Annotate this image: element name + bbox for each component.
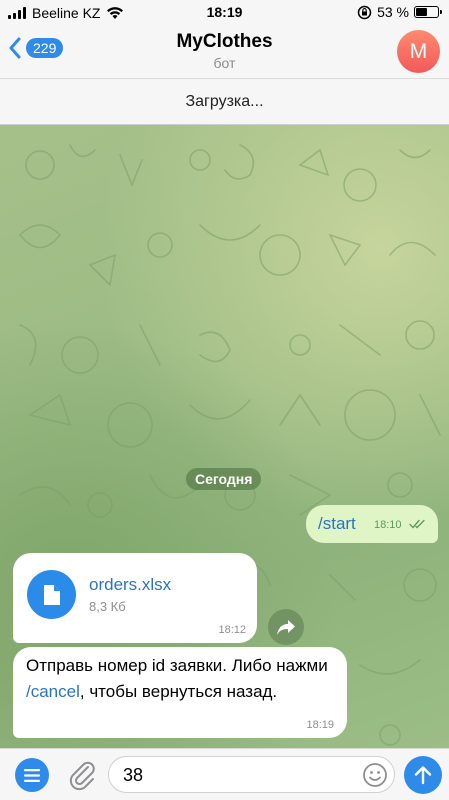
- arrow-up-icon: [414, 766, 432, 785]
- date-chip: Сегодня: [186, 468, 262, 490]
- incoming-message[interactable]: Отправь номер id заявки. Либо нажми /can…: [13, 647, 347, 738]
- message-input[interactable]: [123, 763, 353, 787]
- message-text-part: , чтобы вернуться назад.: [79, 682, 278, 701]
- battery-icon: [414, 6, 442, 18]
- send-button[interactable]: [404, 756, 442, 794]
- read-checkmarks-icon: [409, 519, 425, 529]
- message-time: 18:12: [218, 624, 246, 636]
- input-bar: [0, 748, 449, 800]
- message-field[interactable]: [108, 756, 395, 793]
- status-bar-right: 53 %: [357, 4, 442, 20]
- battery-level: [416, 8, 428, 16]
- avatar[interactable]: M: [397, 30, 440, 73]
- rotation-lock-icon: [357, 5, 372, 19]
- menu-icon: [24, 768, 40, 782]
- status-bar: Beeline KZ 18:19 53 %: [0, 0, 449, 26]
- message-time: 18:19: [306, 719, 334, 731]
- smiley-icon[interactable]: [362, 762, 388, 788]
- chat-subtitle: бот: [213, 55, 236, 71]
- chat-header: 229 MyClothes бот M: [0, 26, 449, 78]
- share-icon: [277, 620, 295, 635]
- bot-menu-button[interactable]: [15, 758, 49, 792]
- file-name[interactable]: orders.xlsx: [89, 575, 171, 595]
- battery-percent: 53 %: [377, 4, 409, 20]
- cancel-command-link[interactable]: /cancel: [26, 682, 80, 701]
- message-text[interactable]: /start: [318, 514, 356, 534]
- message-text-part: Отправь номер id заявки. Либо нажми: [26, 656, 328, 675]
- chat-title[interactable]: MyClothes: [0, 31, 449, 53]
- document-icon[interactable]: [27, 570, 76, 619]
- share-button[interactable]: [268, 609, 304, 645]
- file-message[interactable]: orders.xlsx 8,3 Кб 18:12: [13, 553, 257, 643]
- paperclip-icon[interactable]: [66, 758, 98, 792]
- message-text: Отправь номер id заявки. Либо нажми /can…: [26, 653, 344, 705]
- loading-text: Загрузка...: [185, 92, 264, 110]
- loading-banner: Загрузка...: [0, 78, 449, 125]
- chat-area[interactable]: Сегодня /start 18:10 orders.xlsx 8,3 Кб …: [0, 125, 449, 748]
- outgoing-message[interactable]: /start 18:10: [306, 505, 438, 543]
- message-time: 18:10: [374, 519, 402, 531]
- file-size: 8,3 Кб: [89, 599, 126, 614]
